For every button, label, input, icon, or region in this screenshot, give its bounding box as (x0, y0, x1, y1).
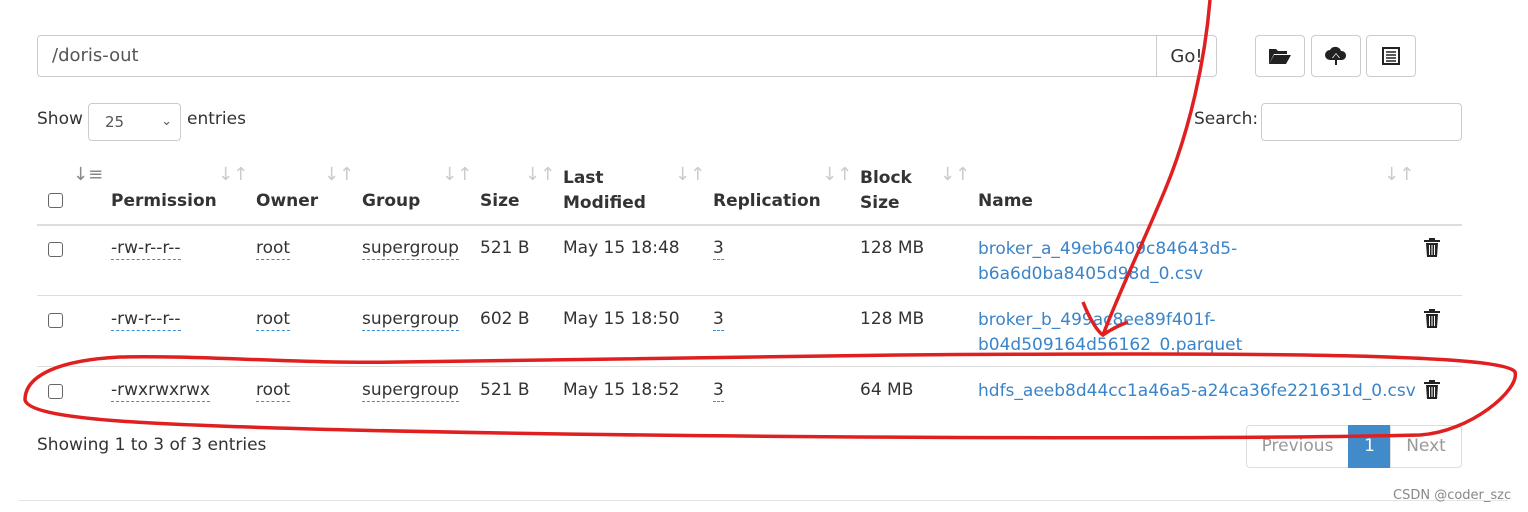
file-name-link[interactable]: broker_a_49eb6409c84643d5- b6a6d0ba8405d9… (978, 237, 1237, 287)
name1-text: broker_a_49eb6409c84643d5- (978, 239, 1238, 259)
header-last-line2: Modified (563, 193, 646, 213)
search-input[interactable] (1261, 103, 1462, 141)
size-cell: 521 B (480, 238, 530, 258)
sort-both-icon[interactable]: ↓↑ (525, 164, 555, 185)
path-input[interactable]: /doris-out (37, 35, 1157, 77)
search-label: Search: (1194, 109, 1259, 129)
name1-text: broker_b_499ac8ee89f401f- (978, 310, 1216, 330)
file-name-link[interactable]: broker_b_499ac8ee89f401f-b04d509164d5616… (978, 308, 1242, 358)
list-view-button[interactable] (1366, 35, 1416, 77)
go-button[interactable]: Go! (1156, 35, 1217, 77)
group-text: supergroup (362, 380, 459, 402)
previous-button[interactable]: Previous (1246, 425, 1349, 468)
group-cell[interactable]: supergroup (362, 380, 459, 402)
replication-cell[interactable]: 3 (713, 238, 724, 260)
owner-cell[interactable]: root (256, 380, 291, 402)
sort-both-icon[interactable]: ↓↑ (1384, 164, 1414, 185)
entries-label: entries (187, 109, 246, 129)
sort-both-icon[interactable]: ↓↑ (442, 164, 472, 185)
group-text: supergroup (362, 309, 459, 331)
header-group[interactable]: Group (362, 191, 420, 211)
entries-select[interactable]: 25 ⌄ (88, 103, 181, 141)
header-block-size[interactable]: Block Size (860, 166, 912, 216)
row-checkbox[interactable] (48, 384, 63, 399)
size-cell: 602 B (480, 309, 530, 329)
header-last-line1: Last (563, 168, 604, 188)
owner-text: root (256, 380, 291, 402)
trash-icon (1424, 309, 1440, 328)
entries-value: 25 (105, 113, 125, 131)
upload-button[interactable] (1311, 35, 1361, 77)
sort-both-icon[interactable]: ↓↑ (218, 164, 248, 185)
trash-icon (1424, 380, 1440, 399)
permission-cell[interactable]: -rw-r--r-- (111, 309, 181, 331)
block-size-cell: 128 MB (860, 238, 925, 258)
name2-text: b6a6d0ba8405d98d_0.csv (978, 264, 1204, 284)
sort-both-icon[interactable]: ↓↑ (940, 164, 970, 185)
modified-cell: May 15 18:48 (563, 238, 680, 258)
modified-cell: May 15 18:50 (563, 309, 680, 329)
permission-cell[interactable]: -rwxrwxrwx (111, 380, 210, 402)
permission-text: -rw-r--r-- (111, 309, 181, 331)
folder-open-icon (1269, 49, 1291, 64)
watermark: CSDN @coder_szc (1393, 488, 1512, 503)
list-icon (1382, 47, 1400, 65)
delete-button[interactable] (1424, 309, 1440, 333)
file-name-link[interactable]: hdfs_aeeb8d44cc1a46a5-a24ca36fe221631d_0… (978, 379, 1416, 404)
permission-text: -rw-r--r-- (111, 238, 181, 260)
chevron-down-icon: ⌄ (161, 114, 172, 129)
footer-divider (18, 500, 1508, 501)
sort-both-icon[interactable]: ↓↑ (675, 164, 705, 185)
name2-text: b04d509164d56162_0.parquet (978, 335, 1243, 355)
row-checkbox[interactable] (48, 242, 63, 257)
next-button[interactable]: Next (1390, 425, 1462, 468)
header-permission[interactable]: Permission (111, 191, 217, 211)
permission-text: -rwxrwxrwx (111, 380, 210, 402)
block-size-cell: 128 MB (860, 309, 925, 329)
owner-text: root (256, 238, 291, 260)
show-label: Show (37, 109, 83, 129)
row-divider (37, 295, 1462, 296)
replication-cell[interactable]: 3 (713, 380, 724, 402)
block-size-cell: 64 MB (860, 380, 914, 400)
row-checkbox[interactable] (48, 313, 63, 328)
select-all-checkbox[interactable] (48, 193, 63, 208)
header-name[interactable]: Name (978, 191, 1033, 211)
delete-button[interactable] (1424, 238, 1440, 262)
owner-cell[interactable]: root (256, 309, 291, 331)
owner-cell[interactable]: root (256, 238, 291, 260)
modified-cell: May 15 18:52 (563, 380, 680, 400)
trash-icon (1424, 238, 1440, 257)
create-directory-button[interactable] (1255, 35, 1305, 77)
header-last-modified[interactable]: Last Modified (563, 166, 646, 216)
group-cell[interactable]: supergroup (362, 238, 459, 260)
delete-button[interactable] (1424, 380, 1440, 404)
size-cell: 521 B (480, 380, 530, 400)
replication-cell[interactable]: 3 (713, 309, 724, 331)
name1-text: hdfs_aeeb8d44cc1a46a5-a24ca36fe221631d_0… (978, 381, 1416, 401)
replication-text: 3 (713, 309, 724, 331)
group-text: supergroup (362, 238, 459, 260)
group-cell[interactable]: supergroup (362, 309, 459, 331)
sort-both-icon[interactable]: ↓↑ (324, 164, 354, 185)
header-block-line2: Size (860, 193, 900, 213)
owner-text: root (256, 309, 291, 331)
header-replication[interactable]: Replication (713, 191, 821, 211)
header-divider (37, 224, 1462, 226)
table-info: Showing 1 to 3 of 3 entries (37, 435, 267, 455)
page-1-button[interactable]: 1 (1348, 425, 1391, 468)
header-block-line1: Block (860, 168, 912, 188)
sort-icon[interactable]: ↓≡ (73, 164, 103, 185)
header-owner[interactable]: Owner (256, 191, 318, 211)
replication-text: 3 (713, 238, 724, 260)
header-size[interactable]: Size (480, 191, 520, 211)
sort-both-icon[interactable]: ↓↑ (822, 164, 852, 185)
cloud-upload-icon (1325, 46, 1347, 65)
row-divider (37, 366, 1462, 367)
replication-text: 3 (713, 380, 724, 402)
permission-cell[interactable]: -rw-r--r-- (111, 238, 181, 260)
